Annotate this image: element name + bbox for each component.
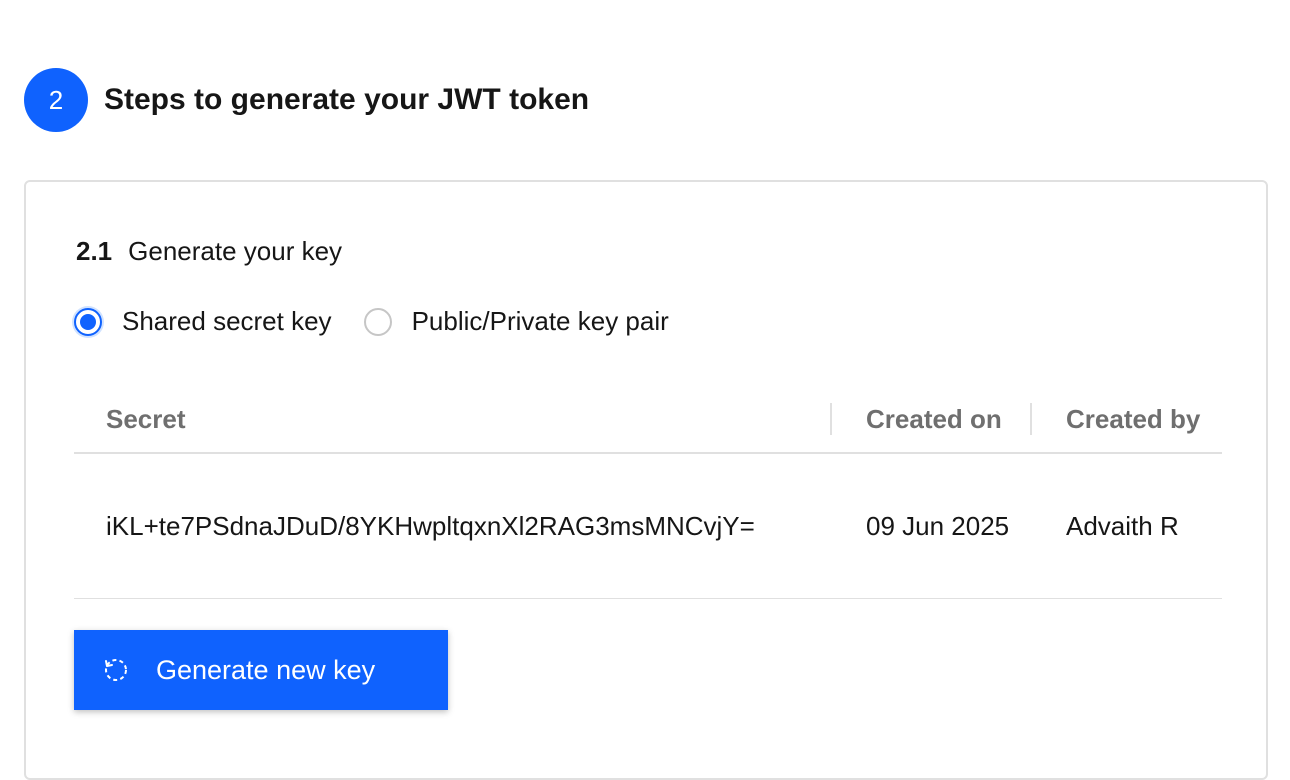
generate-new-key-label: Generate new key (156, 654, 376, 685)
table-body: iKL+te7PSdnaJDuD/8YKHwpltqxnXl2RAG3msMNC… (74, 454, 1222, 599)
column-header-created-by: Created by (1030, 403, 1222, 435)
created-on-cell: 09 Jun 2025 (866, 511, 1010, 541)
key-type-radio-group: Shared secret key Public/Private key pai… (74, 306, 701, 337)
step-title: Steps to generate your JWT token (104, 83, 590, 116)
column-header-secret: Secret (106, 404, 186, 434)
step-header: 2 Steps to generate your JWT token (24, 68, 589, 132)
column-header-created-on: Created on (830, 403, 1030, 435)
radio-shared-secret-key[interactable]: Shared secret key (74, 306, 332, 337)
step-number-badge: 2 (24, 68, 88, 132)
table-row: iKL+te7PSdnaJDuD/8YKHwpltqxnXl2RAG3msMNC… (74, 454, 1222, 599)
radio-dot (80, 313, 96, 330)
secret-cell: iKL+te7PSdnaJDuD/8YKHwpltqxnXl2RAG3msMNC… (106, 511, 755, 541)
section-title: Generate your key (128, 236, 343, 266)
radio-checked-icon[interactable] (74, 307, 102, 336)
radio-unchecked-icon[interactable] (363, 307, 392, 336)
radio-public-private-key-pair[interactable]: Public/Private key pair (363, 306, 669, 337)
radio-label: Shared secret key (122, 306, 332, 336)
table-header: Secret Created on Created by (74, 386, 1222, 454)
generate-new-key-button[interactable]: Generate new key (74, 630, 448, 710)
created-by-cell: Advaith R (1066, 511, 1179, 541)
generate-key-card: 2.1 Generate your key Shared secret key … (24, 180, 1268, 780)
section-heading: 2.1 Generate your key (76, 236, 342, 267)
radio-label: Public/Private key pair (411, 306, 669, 336)
renew-icon (102, 656, 130, 684)
section-number: 2.1 (76, 236, 113, 266)
keys-table: Secret Created on Created by iKL+te7PSdn… (74, 386, 1222, 599)
